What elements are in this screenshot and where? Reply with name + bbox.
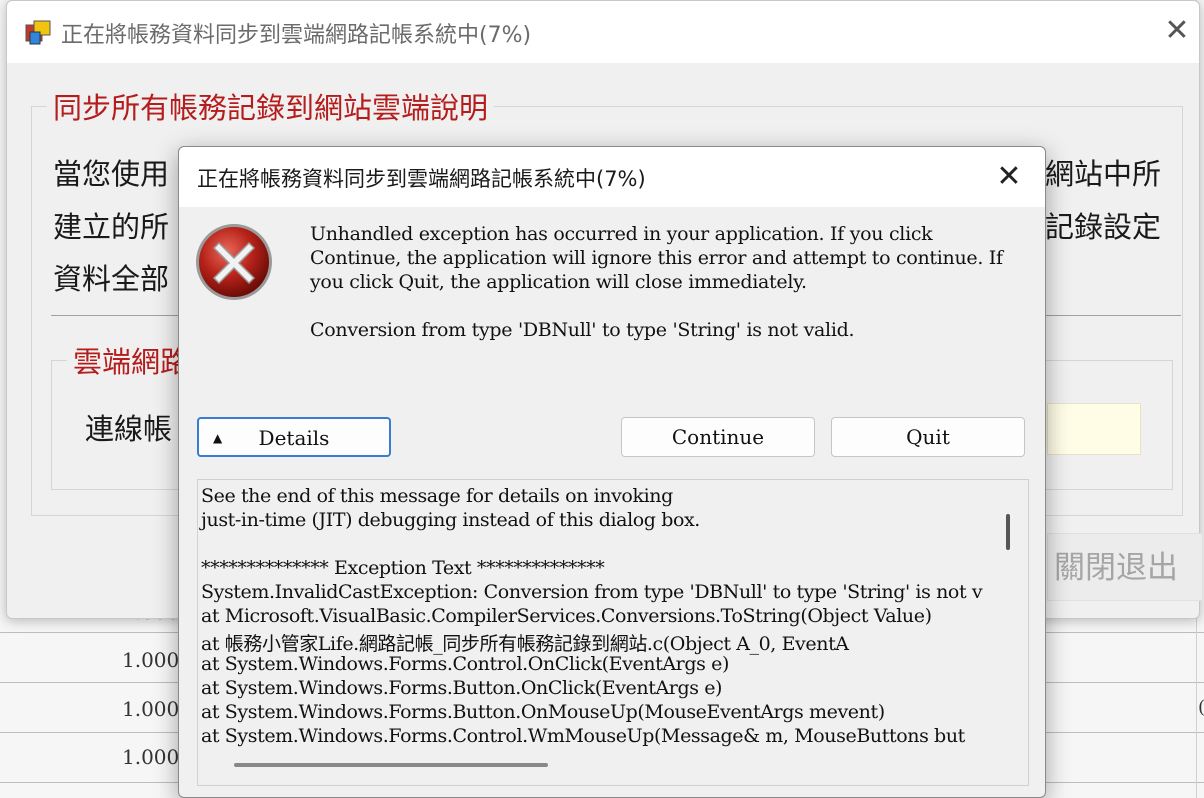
- exception-dialog-titlebar: 正在將帳務資料同步到雲端網路記帳系統中(7%) ✕: [179, 147, 1045, 207]
- details-line: at System.Windows.Forms.Button.OnClick(E…: [201, 677, 723, 699]
- close-icon[interactable]: ✕: [1157, 11, 1197, 51]
- close-icon[interactable]: ✕: [989, 157, 1029, 197]
- app-icon: [25, 20, 51, 45]
- details-line: at System.Windows.Forms.Control.OnClick(…: [201, 653, 729, 675]
- error-message: Conversion from type 'DBNull' to type 'S…: [310, 319, 855, 341]
- grid-cell-edge: (: [1198, 697, 1204, 718]
- horizontal-scrollbar-thumb[interactable]: [234, 763, 548, 767]
- details-textbox[interactable]: See the end of this message for details …: [197, 479, 1029, 786]
- exception-dialog-title: 正在將帳務資料同步到雲端網路記帳系統中(7%): [197, 167, 646, 191]
- exception-message: Unhandled exception has occurred in your…: [310, 223, 933, 245]
- description-text: 當您使用: [53, 157, 170, 191]
- exception-message: Continue, the application will ignore th…: [310, 247, 1003, 269]
- details-button[interactable]: ▲ Details: [197, 417, 391, 457]
- grid-cell: 1.000: [122, 648, 180, 672]
- details-line: ************** Exception Text **********…: [201, 557, 605, 579]
- description-text: 記錄設定: [1045, 210, 1162, 244]
- continue-button[interactable]: Continue: [621, 417, 815, 457]
- details-line: at System.Windows.Forms.Control.WmMouseU…: [201, 725, 965, 747]
- error-icon: [196, 224, 272, 300]
- details-line: at Microsoft.VisualBasic.CompilerService…: [201, 605, 932, 627]
- account-input[interactable]: [1047, 403, 1141, 455]
- exception-dialog: 正在將帳務資料同步到雲端網路記帳系統中(7%) ✕ Unhandled exce…: [178, 146, 1046, 798]
- details-line: See the end of this message for details …: [201, 485, 673, 507]
- details-line: at 帳務小管家Life.網路記帳_同步所有帳務記錄到網站.c(Object A…: [201, 633, 849, 655]
- details-line: System.InvalidCastException: Conversion …: [201, 581, 983, 603]
- details-button-label: Details: [258, 426, 330, 450]
- vertical-scrollbar-thumb[interactable]: [1006, 514, 1010, 550]
- sync-window-title: 正在將帳務資料同步到雲端網路記帳系統中(7%): [61, 23, 532, 48]
- collapse-arrow-icon: ▲: [213, 431, 223, 445]
- sync-window-titlebar: 正在將帳務資料同步到雲端網路記帳系統中(7%) ✕: [7, 1, 1199, 63]
- exit-button[interactable]: 關閉退出: [1047, 533, 1203, 601]
- quit-button[interactable]: Quit: [831, 417, 1025, 457]
- grid-cell: 1.000: [122, 745, 180, 769]
- description-group-title: 同步所有帳務記錄到網站雲端說明: [47, 85, 495, 127]
- exception-message: you click Quit, the application will clo…: [310, 271, 807, 293]
- cloud-account-group-title: 雲端網路: [67, 339, 196, 381]
- description-text: 網站中所: [1045, 157, 1162, 191]
- description-text: 資料全部: [53, 262, 170, 296]
- account-label: 連線帳: [85, 412, 173, 446]
- description-text: 建立的所: [53, 210, 170, 244]
- details-line: at System.Windows.Forms.Button.OnMouseUp…: [201, 701, 885, 723]
- grid-cell: 1.000: [122, 697, 180, 721]
- details-line: just-in-time (JIT) debugging instead of …: [201, 509, 700, 531]
